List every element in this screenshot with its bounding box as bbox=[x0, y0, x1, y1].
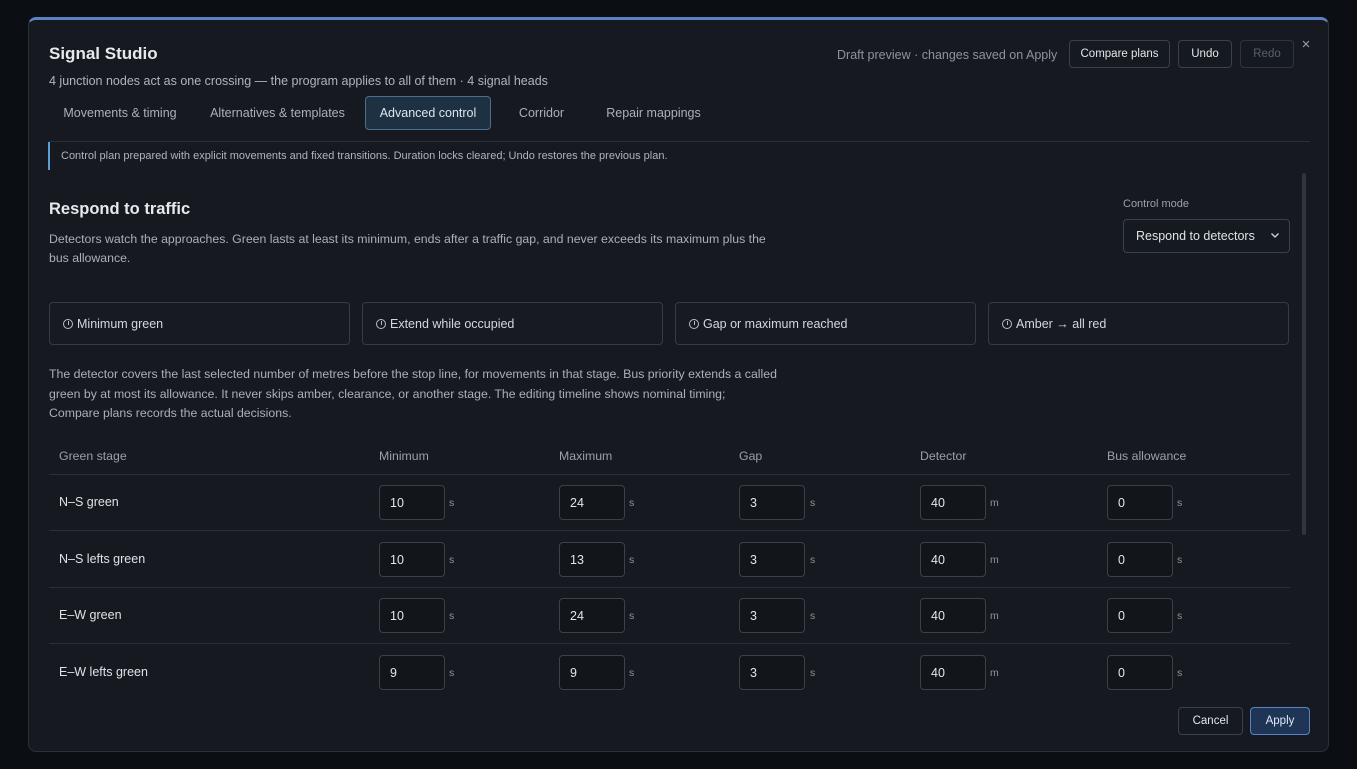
table-row-stage: N–S green bbox=[59, 495, 119, 509]
step-label: Extend while occupied bbox=[390, 316, 515, 331]
unit-label: s bbox=[1177, 667, 1183, 679]
column-header-gap: Gap bbox=[739, 449, 763, 463]
maximum-input[interactable]: 9 bbox=[559, 655, 625, 690]
unit-label: s bbox=[1177, 554, 1183, 566]
unit-label: m bbox=[990, 610, 999, 622]
step-amber-all-red: Amber → all red bbox=[988, 302, 1289, 345]
dialog-subtitle: 4 junction nodes act as one crossing — t… bbox=[49, 74, 548, 88]
close-icon[interactable]: × bbox=[1299, 36, 1313, 53]
detector-input[interactable]: 40 bbox=[920, 542, 986, 577]
step-label: Amber → all red bbox=[1016, 316, 1107, 331]
column-header-detector: Detector bbox=[920, 449, 967, 463]
chevron-down-icon bbox=[1271, 233, 1279, 238]
column-header-minimum: Minimum bbox=[379, 449, 429, 463]
gap-input[interactable]: 3 bbox=[739, 485, 805, 520]
control-mode-value: Respond to detectors bbox=[1136, 229, 1255, 243]
clock-icon bbox=[689, 318, 699, 329]
dialog-title: Signal Studio bbox=[49, 44, 158, 63]
unit-label: s bbox=[449, 497, 455, 509]
cancel-button[interactable]: Cancel bbox=[1178, 707, 1243, 735]
unit-label: m bbox=[990, 667, 999, 679]
gap-input[interactable]: 3 bbox=[739, 598, 805, 633]
tab-corridor[interactable]: Corridor bbox=[501, 96, 582, 130]
detector-input[interactable]: 40 bbox=[920, 598, 986, 633]
compare-plans-button[interactable]: Compare plans bbox=[1069, 40, 1170, 68]
unit-label: s bbox=[449, 667, 455, 679]
unit-label: s bbox=[810, 610, 816, 622]
column-header-bus-allowance: Bus allowance bbox=[1107, 449, 1187, 463]
unit-label: s bbox=[449, 610, 455, 622]
minimum-input[interactable]: 9 bbox=[379, 655, 445, 690]
table-row-stage: E–W green bbox=[59, 608, 122, 622]
table-divider bbox=[49, 643, 1290, 644]
table-row-stage: E–W lefts green bbox=[59, 665, 148, 679]
apply-button[interactable]: Apply bbox=[1250, 707, 1310, 735]
maximum-input[interactable]: 24 bbox=[559, 598, 625, 633]
clock-icon bbox=[63, 318, 73, 329]
bus-allowance-input[interactable]: 0 bbox=[1107, 655, 1173, 690]
table-divider bbox=[49, 587, 1290, 588]
signal-studio-dialog: Signal Studio 4 junction nodes act as on… bbox=[28, 17, 1329, 752]
scrollbar[interactable] bbox=[1302, 173, 1306, 535]
unit-label: s bbox=[629, 610, 635, 622]
minimum-input[interactable]: 10 bbox=[379, 485, 445, 520]
unit-label: s bbox=[1177, 497, 1183, 509]
unit-label: s bbox=[629, 497, 635, 509]
unit-label: s bbox=[810, 554, 816, 566]
tab-repair-mappings[interactable]: Repair mappings bbox=[592, 96, 715, 130]
unit-label: s bbox=[810, 497, 816, 509]
unit-label: s bbox=[1177, 610, 1183, 622]
unit-label: m bbox=[990, 497, 999, 509]
unit-label: s bbox=[810, 667, 816, 679]
gap-input[interactable]: 3 bbox=[739, 542, 805, 577]
unit-label: s bbox=[449, 554, 455, 566]
bus-allowance-input[interactable]: 0 bbox=[1107, 485, 1173, 520]
tab-movements-timing[interactable]: Movements & timing bbox=[49, 96, 191, 130]
draft-status: Draft preview · changes saved on Apply bbox=[837, 48, 1058, 62]
step-label: Minimum green bbox=[77, 316, 164, 331]
table-divider bbox=[49, 474, 1290, 475]
tab-advanced-control[interactable]: Advanced control bbox=[365, 96, 491, 130]
status-notice: Control plan prepared with explicit move… bbox=[48, 142, 1148, 170]
bus-allowance-input[interactable]: 0 bbox=[1107, 542, 1173, 577]
clock-icon bbox=[376, 318, 386, 329]
bus-allowance-input[interactable]: 0 bbox=[1107, 598, 1173, 633]
undo-button[interactable]: Undo bbox=[1178, 40, 1232, 68]
clock-icon bbox=[1002, 318, 1012, 329]
step-label: Gap or maximum reached bbox=[703, 316, 848, 331]
step-gap-or-maximum: Gap or maximum reached bbox=[675, 302, 976, 345]
section-description: Detectors watch the approaches. Green la… bbox=[49, 232, 766, 265]
unit-label: m bbox=[990, 554, 999, 566]
step-minimum-green: Minimum green bbox=[49, 302, 350, 345]
table-row-stage: N–S lefts green bbox=[59, 552, 146, 566]
maximum-input[interactable]: 13 bbox=[559, 542, 625, 577]
step-extend-while-occupied: Extend while occupied bbox=[362, 302, 663, 345]
section-title: Respond to traffic bbox=[49, 200, 191, 218]
detector-explanation: The detector covers the last selected nu… bbox=[49, 367, 777, 420]
minimum-input[interactable]: 10 bbox=[379, 542, 445, 577]
tab-alternatives-templates[interactable]: Alternatives & templates bbox=[201, 96, 354, 130]
gap-input[interactable]: 3 bbox=[739, 655, 805, 690]
column-header-green-stage: Green stage bbox=[59, 449, 127, 463]
table-divider bbox=[49, 530, 1290, 531]
detector-input[interactable]: 40 bbox=[920, 655, 986, 690]
unit-label: s bbox=[629, 554, 635, 566]
detector-input[interactable]: 40 bbox=[920, 485, 986, 520]
column-header-maximum: Maximum bbox=[559, 449, 613, 463]
control-mode-label: Control mode bbox=[1123, 198, 1190, 210]
unit-label: s bbox=[629, 667, 635, 679]
control-mode-select[interactable]: Respond to detectors bbox=[1123, 219, 1290, 253]
redo-button[interactable]: Redo bbox=[1240, 40, 1294, 68]
minimum-input[interactable]: 10 bbox=[379, 598, 445, 633]
maximum-input[interactable]: 24 bbox=[559, 485, 625, 520]
